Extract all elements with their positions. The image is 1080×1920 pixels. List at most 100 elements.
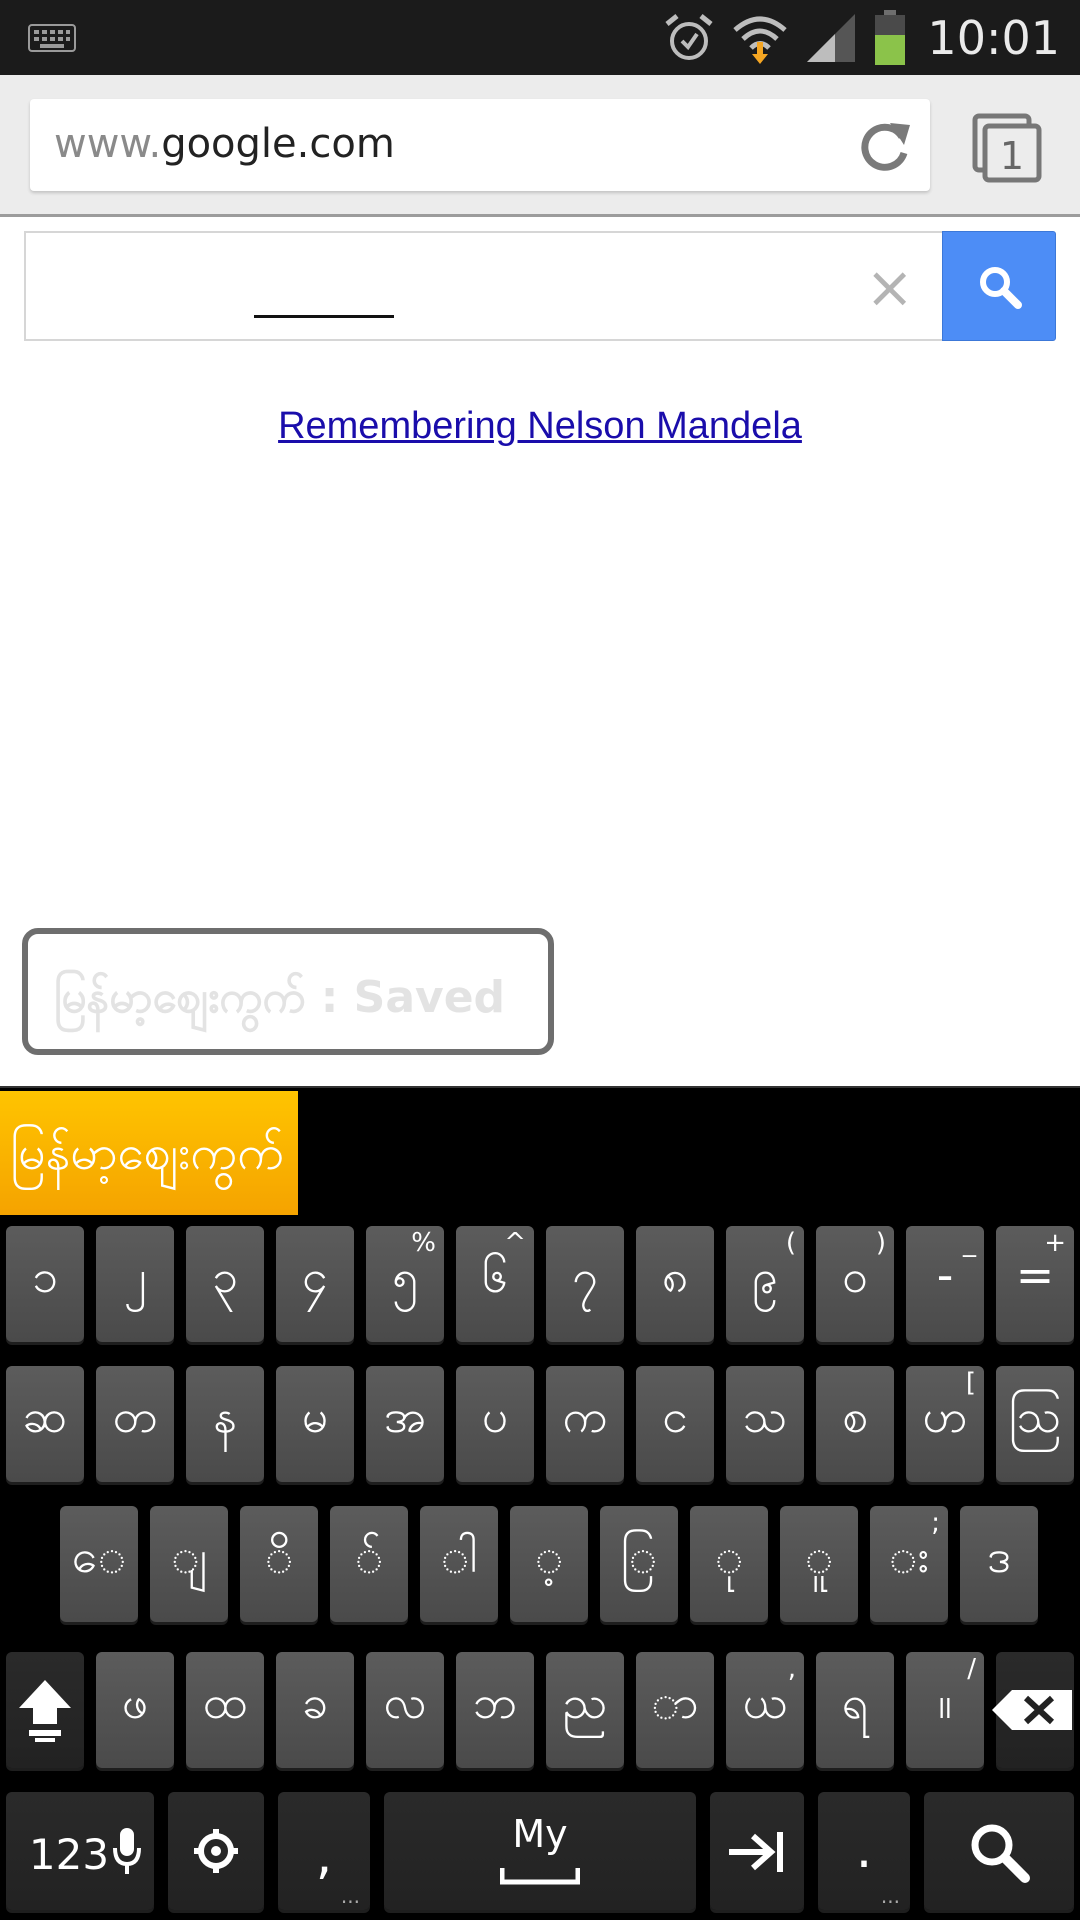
- key[interactable]: ယ,: [726, 1652, 804, 1768]
- gear-icon: [194, 1829, 238, 1873]
- key[interactable]: ပ: [456, 1366, 534, 1482]
- key[interactable]: တ: [96, 1366, 174, 1482]
- key[interactable]: ည: [546, 1652, 624, 1768]
- key-label: ပ: [481, 1389, 509, 1443]
- key[interactable]: ၆ ^: [456, 1226, 534, 1342]
- key[interactable]: ာ: [636, 1652, 714, 1768]
- doodle-link[interactable]: Remembering Nelson Mandela: [0, 405, 1080, 448]
- shift-icon: [19, 1680, 71, 1742]
- key[interactable]: = +: [996, 1226, 1074, 1342]
- key-label: ထ: [202, 1675, 248, 1729]
- key[interactable]: လ: [366, 1652, 444, 1768]
- key[interactable]: ။ /: [906, 1652, 984, 1768]
- key-label: ၈: [661, 1249, 689, 1303]
- key-label: ဆ: [22, 1389, 68, 1443]
- space-key-label: My: [512, 1812, 568, 1856]
- search-input[interactable]: ×: [24, 231, 944, 341]
- reload-icon[interactable]: [856, 117, 914, 175]
- key[interactable]: ၁: [6, 1226, 84, 1342]
- space-key[interactable]: My: [384, 1792, 696, 1910]
- key-label: ၇: [572, 1249, 598, 1303]
- key[interactable]: ု: [690, 1506, 768, 1622]
- key[interactable]: ၉(: [726, 1226, 804, 1342]
- key-label: ၁: [32, 1249, 58, 1303]
- key[interactable]: ၃: [186, 1226, 264, 1342]
- settings-key[interactable]: [168, 1792, 264, 1910]
- key-hint: /: [967, 1654, 976, 1684]
- key-label: တ: [112, 1389, 158, 1443]
- comma-key[interactable]: , ...: [278, 1792, 370, 1910]
- key[interactable]: သ: [726, 1366, 804, 1482]
- clear-icon[interactable]: ×: [865, 253, 914, 321]
- numbers-key[interactable]: 123: [6, 1792, 154, 1910]
- key[interactable]: န: [186, 1366, 264, 1482]
- key[interactable]: ၀): [816, 1226, 894, 1342]
- tab-count: 1: [1000, 134, 1024, 178]
- url-bar[interactable]: www.google.com: [30, 99, 930, 191]
- url-text[interactable]: www.google.com: [54, 121, 395, 167]
- search-button[interactable]: [942, 231, 1056, 341]
- key[interactable]: ၅%: [366, 1226, 444, 1342]
- key[interactable]: က: [546, 1366, 624, 1482]
- key-hint: (: [785, 1228, 796, 1258]
- key[interactable]: း;: [870, 1506, 948, 1622]
- browser-toolbar: www.google.com 1: [0, 75, 1080, 217]
- key-hint: [: [965, 1368, 976, 1398]
- backspace-icon: [992, 1690, 1072, 1730]
- key[interactable]: င: [636, 1366, 714, 1482]
- shift-key[interactable]: [6, 1652, 84, 1768]
- key[interactable]: ျ: [150, 1506, 228, 1622]
- key[interactable]: ၄: [276, 1226, 354, 1342]
- key-hint: ^: [504, 1228, 526, 1258]
- keyboard-icon: [28, 24, 76, 52]
- comma-key-label: ,: [315, 1826, 333, 1886]
- space-bar-icon: [500, 1868, 580, 1885]
- key[interactable]: ၂: [96, 1226, 174, 1342]
- language-chip[interactable]: မြန်မာ့စျေးကွက်: [0, 1091, 298, 1215]
- key[interactable]: ခ: [276, 1652, 354, 1768]
- tab-key[interactable]: [710, 1792, 804, 1910]
- key-label: း: [888, 1529, 930, 1583]
- key-label: က: [562, 1389, 608, 1443]
- key-label: အ: [383, 1389, 427, 1443]
- key[interactable]: ဟ[: [906, 1366, 984, 1482]
- key[interactable]: ဆ: [6, 1366, 84, 1482]
- key[interactable]: ဩ: [996, 1366, 1074, 1482]
- key[interactable]: ြ: [600, 1506, 678, 1622]
- key-label: ည: [562, 1675, 608, 1729]
- toast-text: မြန်မာ့စျေးကွက် : Saved: [54, 972, 506, 1023]
- backspace-key[interactable]: [992, 1652, 1074, 1768]
- key-label: ါ: [440, 1529, 478, 1583]
- key[interactable]: ဖ: [96, 1652, 174, 1768]
- key[interactable]: ါ: [420, 1506, 498, 1622]
- key[interactable]: ဘ: [456, 1652, 534, 1768]
- toast: မြန်မာ့စျေးကွက် : Saved: [22, 928, 554, 1055]
- key-label: ိ: [264, 1529, 294, 1583]
- period-key[interactable]: . ...: [818, 1792, 910, 1910]
- key-label: ဘ: [472, 1675, 518, 1729]
- key[interactable]: အ: [366, 1366, 444, 1482]
- key-hint: +: [1044, 1228, 1066, 1258]
- key-label: င: [662, 1389, 688, 1443]
- tab-switcher-button[interactable]: 1: [972, 113, 1044, 185]
- key-label: ာ: [651, 1675, 699, 1729]
- key[interactable]: စ: [816, 1366, 894, 1482]
- key[interactable]: ၈: [636, 1226, 714, 1342]
- key[interactable]: ထ: [186, 1652, 264, 1768]
- key[interactable]: - _: [906, 1226, 984, 1342]
- key[interactable]: မ: [276, 1366, 354, 1482]
- key-label: ၅: [392, 1249, 418, 1303]
- microphone-icon: [113, 1828, 141, 1874]
- key[interactable]: ေ: [60, 1506, 138, 1622]
- key[interactable]: ်: [330, 1506, 408, 1622]
- key-label: န: [213, 1389, 237, 1443]
- key[interactable]: ့: [510, 1506, 588, 1622]
- key[interactable]: ၇: [546, 1226, 624, 1342]
- key[interactable]: ရ: [816, 1652, 894, 1768]
- key[interactable]: ဒ: [960, 1506, 1038, 1622]
- key[interactable]: ိ: [240, 1506, 318, 1622]
- keyboard-search-key[interactable]: [924, 1792, 1074, 1910]
- key[interactable]: ူ: [780, 1506, 858, 1622]
- keyboard: မြန်မာ့စျေးကွက် ၁၂၃၄၅% ၆ ^ ၇ ၈ ၉(၀) - _ = + ဆတ နမအပ…: [0, 1086, 1080, 1920]
- key-hint: ;: [931, 1508, 940, 1538]
